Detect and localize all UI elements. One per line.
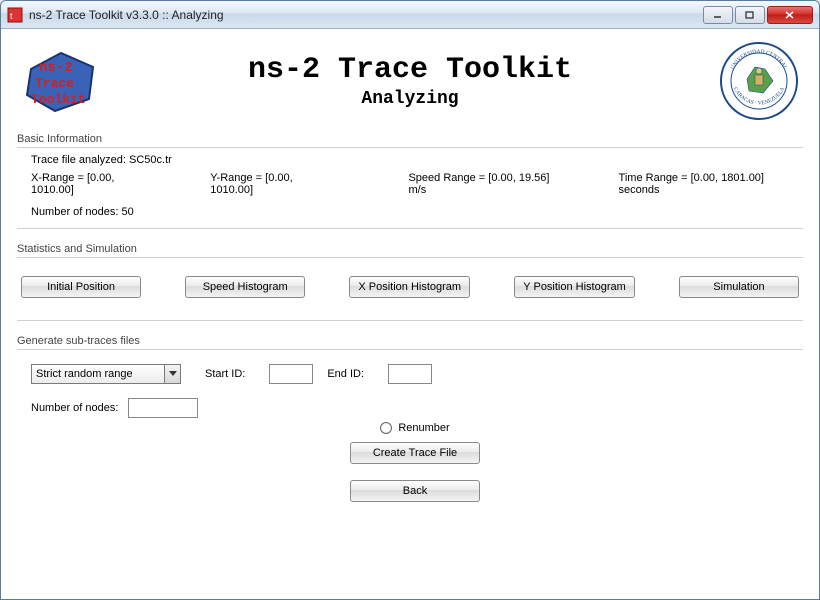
speed-histogram-button[interactable]: Speed Histogram	[185, 276, 305, 298]
stats-panel: Initial Position Speed Histogram X Posit…	[17, 257, 803, 321]
generate-panel: Strict random range Start ID: End ID: Nu…	[17, 349, 803, 508]
back-button[interactable]: Back	[350, 480, 480, 502]
svg-text:ns-2: ns-2	[39, 60, 73, 76]
y-position-histogram-button[interactable]: Y Position Histogram	[514, 276, 635, 298]
university-seal: UNIVERSIDAD CENTRAL CARACAS · VENEZUELA	[719, 41, 799, 121]
simulation-button[interactable]: Simulation	[679, 276, 799, 298]
x-position-histogram-button[interactable]: X Position Histogram	[349, 276, 470, 298]
num-nodes-text: Number of nodes: 50	[31, 206, 799, 218]
renumber-radio[interactable]	[380, 422, 392, 434]
end-id-input[interactable]	[388, 364, 432, 384]
initial-position-button[interactable]: Initial Position	[21, 276, 141, 298]
close-button[interactable]	[767, 6, 813, 24]
y-range-text: Y-Range = [0.00, 1010.00]	[210, 172, 332, 196]
window-title: ns-2 Trace Toolkit v3.3.0 :: Analyzing	[29, 8, 703, 22]
minimize-button[interactable]	[703, 6, 733, 24]
time-range-text: Time Range = [0.00, 1801.00] seconds	[619, 172, 799, 196]
range-mode-dropdown[interactable]: Strict random range	[31, 364, 181, 384]
basic-info-panel: Trace file analyzed: SC50c.tr X-Range = …	[17, 147, 803, 229]
speed-range-text: Speed Range = [0.00, 19.56] m/s	[408, 172, 562, 196]
start-id-label: Start ID:	[205, 368, 245, 380]
num-nodes-input[interactable]	[128, 398, 198, 418]
start-id-input[interactable]	[269, 364, 313, 384]
stats-section-label: Statistics and Simulation	[17, 243, 803, 255]
renumber-label: Renumber	[398, 422, 449, 434]
x-range-text: X-Range = [0.00, 1010.00]	[31, 172, 154, 196]
app-logo: ns-2 Trace Toolkit	[21, 49, 101, 113]
num-nodes-label: Number of nodes:	[31, 402, 118, 414]
create-trace-file-button[interactable]: Create Trace File	[350, 442, 480, 464]
end-id-label: End ID:	[327, 368, 364, 380]
trace-file-text: Trace file analyzed: SC50c.tr	[31, 154, 799, 166]
page-subtitle: Analyzing	[101, 89, 719, 109]
chevron-down-icon[interactable]	[164, 365, 180, 383]
titlebar[interactable]: t ns-2 Trace Toolkit v3.3.0 :: Analyzing	[1, 1, 819, 29]
dropdown-selected: Strict random range	[36, 368, 133, 380]
basic-info-label: Basic Information	[17, 133, 803, 145]
maximize-button[interactable]	[735, 6, 765, 24]
svg-text:Trace: Trace	[35, 76, 74, 91]
app-icon: t	[7, 7, 23, 23]
generate-section-label: Generate sub-traces files	[17, 335, 803, 347]
svg-text:Toolkit: Toolkit	[31, 92, 86, 107]
page-title: ns-2 Trace Toolkit	[101, 53, 719, 87]
